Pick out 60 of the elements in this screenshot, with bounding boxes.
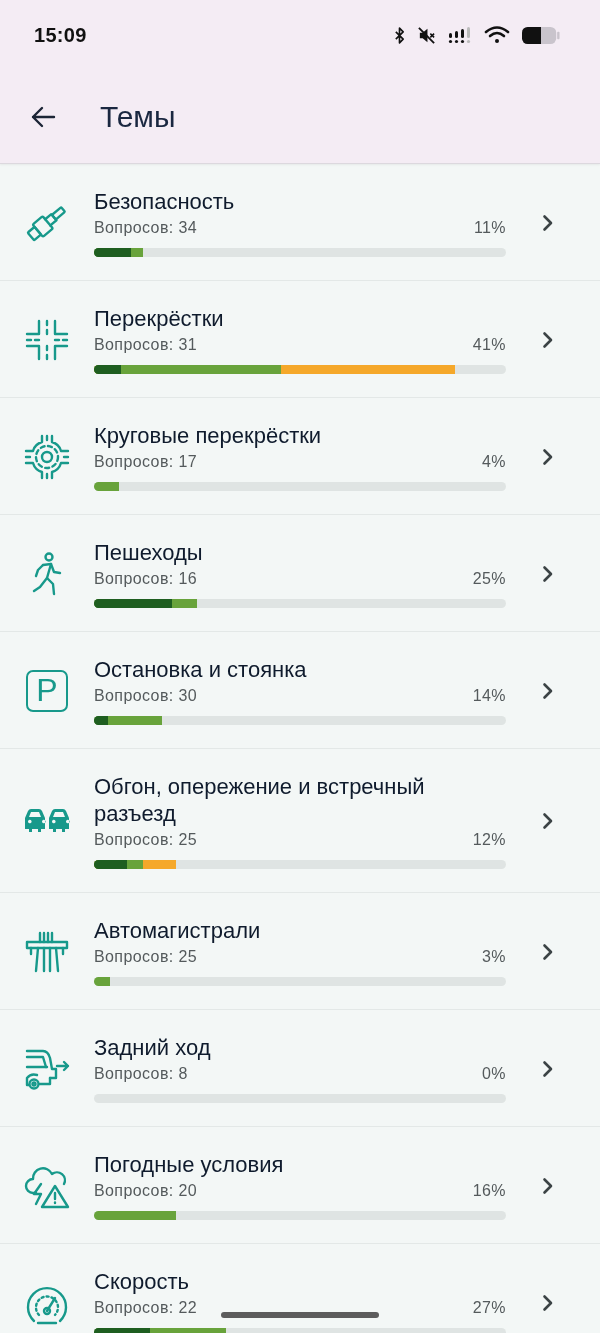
- chevron-right-icon: [542, 812, 554, 830]
- question-count: Вопросов: 25: [94, 947, 198, 967]
- topic-title: Перекрёстки: [94, 305, 225, 332]
- chevron-right-icon: [542, 942, 554, 961]
- progress-percent: 12%: [472, 830, 506, 850]
- chevron-right-icon: [542, 1176, 554, 1195]
- topic-row[interactable]: Обгон, опережение и встречный разъезд Вопросов: 25 12%: [0, 749, 600, 893]
- question-count: Вопросов: 22: [94, 1298, 198, 1318]
- question-count: Вопросов: 8: [94, 1064, 188, 1084]
- progress-percent: 11%: [473, 218, 506, 238]
- progress-percent: 0%: [482, 1064, 506, 1084]
- battery-icon: [522, 25, 560, 45]
- topic-row[interactable]: Круговые перекрёстки Вопросов: 17 4%: [0, 398, 600, 515]
- topic-title: Задний ход: [94, 1034, 212, 1061]
- topic-title: Круговые перекрёстки: [94, 422, 323, 449]
- muted-speaker-icon: [417, 25, 436, 45]
- arrow-left-icon: [30, 105, 56, 128]
- topic-row[interactable]: Погодные условия Вопросов: 20 16%: [0, 1127, 600, 1244]
- parking-sign: P: [26, 669, 68, 712]
- topic-row[interactable]: P Остановка и стоянка Вопросов: 30 14%: [0, 632, 600, 749]
- chevron-right-icon: [542, 213, 554, 232]
- back-button[interactable]: [30, 105, 56, 128]
- topic-title: Обгон, опережение и встречный разъезд: [94, 773, 426, 827]
- chevron-right-icon: [542, 1293, 554, 1312]
- topic-row[interactable]: Безопасность Вопросов: 34 11%: [0, 164, 600, 281]
- roundabout-icon: [23, 432, 71, 481]
- topic-row[interactable]: Автомагистрали Вопросов: 25 3%: [0, 893, 600, 1010]
- progress-percent: 14%: [472, 686, 506, 706]
- chevron-right-icon: [542, 447, 554, 466]
- status-time: 15:09: [34, 23, 87, 47]
- bluetooth-icon: [394, 25, 405, 45]
- question-count: Вопросов: 20: [94, 1181, 198, 1201]
- progress-percent: 4%: [482, 452, 506, 472]
- topic-title: Пешеходы: [94, 539, 204, 566]
- wifi-icon: [484, 25, 510, 45]
- progress-percent: 16%: [472, 1181, 506, 1201]
- screen-title: Темы: [100, 99, 176, 134]
- chevron-right-icon: [542, 564, 554, 583]
- signal-icon: [448, 25, 472, 45]
- progress-percent: 25%: [472, 569, 506, 589]
- question-count: Вопросов: 30: [94, 686, 198, 706]
- topic-row[interactable]: Пешеходы Вопросов: 16 25%: [0, 515, 600, 632]
- chevron-right-icon: [542, 681, 554, 700]
- topic-title: Скорость: [94, 1268, 190, 1295]
- question-count: Вопросов: 31: [94, 335, 198, 355]
- question-count: Вопросов: 17: [94, 452, 198, 472]
- topic-row[interactable]: Перекрёстки Вопросов: 31 41%: [0, 281, 600, 398]
- progress-percent: 27%: [472, 1298, 506, 1318]
- topic-title: Остановка и стоянка: [94, 656, 308, 683]
- question-count: Вопросов: 16: [94, 569, 198, 589]
- chevron-right-icon: [542, 1059, 554, 1078]
- topic-title: Автомагистрали: [94, 917, 262, 944]
- topic-row[interactable]: Задний ход Вопросов: 8 0%: [0, 1010, 600, 1127]
- question-count: Вопросов: 25: [94, 830, 198, 850]
- progress-percent: 3%: [482, 947, 506, 967]
- topic-title: Погодные условия: [94, 1151, 285, 1178]
- chevron-right-icon: [542, 330, 554, 349]
- question-count: Вопросов: 34: [94, 218, 198, 238]
- topic-title: Безопасность: [94, 188, 236, 215]
- progress-percent: 41%: [472, 335, 506, 355]
